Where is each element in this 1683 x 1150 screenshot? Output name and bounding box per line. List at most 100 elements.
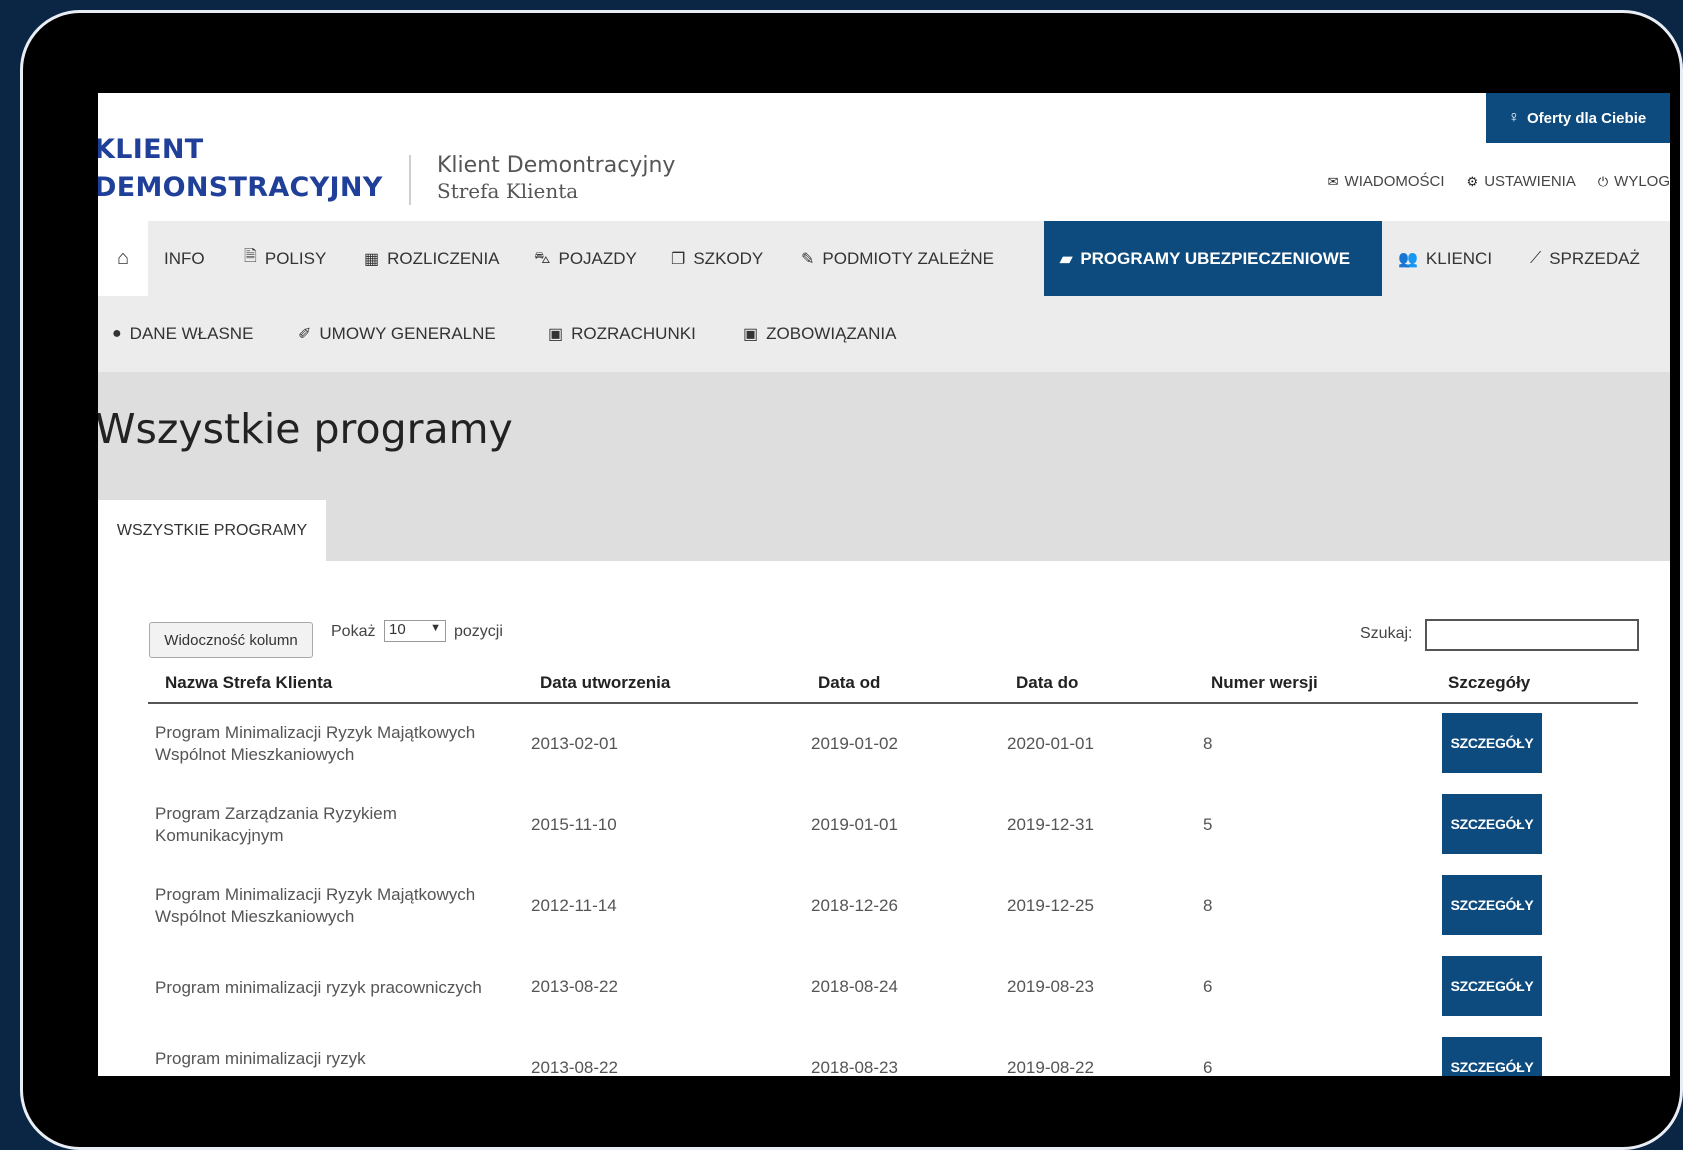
table-row: Program Zarządzania Ryzykiem Komunikacyj… [98, 794, 1670, 874]
row-name: Program Minimalizacji Ryzyk Majątkowych … [155, 723, 476, 764]
nav-rozliczenia-label: ROZLICZENIA [387, 248, 500, 268]
main-nav: ⌂ INFO 🗎 POLISY ▦ ROZLICZENIA ⛍ POJAZDY ❐ SZ… [98, 221, 1670, 296]
browser-screen: KLIENT DEMONSTRACYJNY Klient Demontracyj… [98, 93, 1670, 1076]
row-name: Program Minimalizacji Ryzyk Majątkowych … [155, 885, 476, 926]
nav-sprzedaz-label: SPRZEDAŻ [1549, 248, 1640, 268]
client-name: Klient Demontracyjny [437, 153, 676, 178]
nav-sprzedaz[interactable]: ⟋ SPRZEDAŻ [1530, 221, 1640, 296]
gear-icon: ⚙ [1466, 174, 1479, 189]
row-from: 2018-08-24 [811, 977, 898, 996]
header-version[interactable]: Numer wersji [1211, 673, 1318, 693]
row-name: Program minimalizacji ryzyk [155, 1049, 366, 1068]
brand-line-1: KLIENT [98, 134, 204, 165]
details-button[interactable]: SZCZEGÓŁY [1442, 956, 1542, 1016]
details-button[interactable]: SZCZEGÓŁY [1442, 713, 1542, 773]
page-size-value: 10 [389, 621, 406, 638]
row-version: 6 [1203, 977, 1213, 996]
secondary-nav: ● DANE WŁASNE ✐ UMOWY GENERALNE ▣ ROZRACHUN… [98, 296, 1670, 372]
row-version: 8 [1203, 896, 1213, 915]
nav-programy-label: PROGRAMY UBEZPIECZENIOWE [1080, 248, 1351, 268]
row-created: 2013-08-22 [531, 977, 618, 996]
nav-dane-label: DANE WŁASNE [129, 323, 254, 343]
nav-home[interactable]: ⌂ [98, 221, 148, 296]
logout-label: WYLOG [1614, 173, 1670, 190]
top-links: ✉ WIADOMOŚCI ⚙ USTAWIENIA ⏻ WYLOG [1328, 173, 1670, 190]
row-to: 2019-12-25 [1007, 896, 1094, 915]
envelope-icon: ✉ [1327, 174, 1339, 189]
nav-pojazdy-label: POJAZDY [558, 248, 637, 268]
tab-all-programs[interactable]: WSZYSTKIE PROGRAMY [98, 500, 326, 561]
nav-zobowiazania[interactable]: ▣ ZOBOWIĄZANIA [743, 296, 896, 371]
nav-info-label: INFO [164, 248, 205, 268]
settings-link[interactable]: ⚙ USTAWIENIA [1467, 173, 1576, 190]
messages-label: WIADOMOŚCI [1344, 173, 1445, 190]
details-button[interactable]: SZCZEGÓŁY [1442, 794, 1542, 854]
copy-icon: ❐ [671, 250, 686, 268]
pencil-icon: ✎ [801, 250, 815, 268]
nav-podmioty[interactable]: ✎ PODMIOTY ZALEŻNE [801, 221, 994, 296]
row-to: 2019-08-22 [1007, 1058, 1094, 1076]
header-to[interactable]: Data do [1016, 673, 1078, 693]
money-icon: ▣ [743, 325, 759, 343]
header-details[interactable]: Szczegóły [1448, 673, 1530, 693]
header-from[interactable]: Data od [818, 673, 880, 693]
brand-logo[interactable]: KLIENT DEMONSTRACYJNY [98, 131, 383, 207]
table-row: Program Minimalizacji Ryzyk Majątkowych … [98, 713, 1670, 793]
nav-polisy[interactable]: 🗎 POLISY [244, 221, 326, 296]
document-icon: 🗎 [244, 248, 257, 265]
users-icon: 👥 [1398, 250, 1418, 268]
search-label: Szukaj: [1360, 625, 1413, 642]
nav-klienci[interactable]: 👥 KLIENCI [1398, 221, 1492, 296]
nav-programy[interactable]: ▰ PROGRAMY UBEZPIECZENIOWE [1044, 221, 1382, 296]
nav-rozliczenia[interactable]: ▦ ROZLICZENIA [364, 221, 500, 296]
home-icon: ⌂ [116, 247, 130, 269]
row-version: 6 [1203, 1058, 1213, 1076]
show-label: Pokaż [331, 623, 376, 640]
row-name: Program minimalizacji ryzyk pracowniczyc… [155, 978, 482, 997]
edit-icon: ✐ [298, 325, 312, 343]
offers-button[interactable]: ♀ Oferty dla Ciebie [1486, 93, 1670, 143]
page-size-select[interactable]: 10 ▼ [384, 620, 446, 642]
nav-szkody-label: SZKODY [693, 248, 764, 268]
row-version: 5 [1203, 815, 1213, 834]
settings-label: USTAWIENIA [1484, 173, 1576, 190]
search-input[interactable] [1425, 619, 1639, 651]
brand-line-2: DEMONSTRACYJNY [98, 172, 383, 203]
nav-umowy[interactable]: ✐ UMOWY GENERALNE [298, 296, 496, 371]
logout-link[interactable]: ⏻ WYLOG [1598, 173, 1670, 190]
car-icon: ⛍ [534, 249, 551, 267]
header-name[interactable]: Nazwa Strefa Klienta [165, 673, 332, 693]
row-created: 2012-11-14 [531, 896, 617, 915]
header: KLIENT DEMONSTRACYJNY Klient Demontracyj… [98, 93, 1670, 221]
details-button[interactable]: SZCZEGÓŁY [1442, 1037, 1542, 1076]
nav-umowy-label: UMOWY GENERALNE [319, 323, 496, 343]
column-visibility-button[interactable]: Widoczność kolumn [149, 622, 313, 658]
nav-pojazdy[interactable]: ⛍ POJAZDY [534, 221, 637, 296]
table-row: Program Minimalizacji Ryzyk Majątkowych … [98, 875, 1670, 955]
device-frame: KLIENT DEMONSTRACYJNY Klient Demontracyj… [20, 10, 1683, 1150]
table-row: Program minimalizacji ryzyk 2013-08-22 2… [98, 1037, 1670, 1076]
nav-klienci-label: KLIENCI [1425, 248, 1493, 268]
row-to: 2019-12-31 [1007, 815, 1094, 834]
nav-podmioty-label: PODMIOTY ZALEŻNE [822, 248, 995, 268]
messages-link[interactable]: ✉ WIADOMOŚCI [1328, 173, 1445, 190]
row-version: 8 [1203, 734, 1213, 753]
nav-dane-wlasne[interactable]: ● DANE WŁASNE [112, 296, 253, 371]
row-created: 2013-02-01 [531, 734, 618, 753]
page-title: Wszystkie programy [98, 405, 513, 453]
nav-polisy-label: POLISY [264, 248, 327, 268]
brand-divider [409, 155, 411, 205]
row-created: 2013-08-22 [531, 1058, 618, 1076]
nav-szkody[interactable]: ❐ SZKODY [671, 221, 763, 296]
row-from: 2018-12-26 [811, 896, 898, 915]
book-icon: ▰ [1060, 250, 1073, 268]
nav-info[interactable]: INFO [164, 221, 205, 296]
row-from: 2019-01-02 [811, 734, 898, 753]
row-created: 2015-11-10 [531, 815, 617, 834]
header-created[interactable]: Data utworzenia [540, 673, 670, 693]
details-button[interactable]: SZCZEGÓŁY [1442, 875, 1542, 935]
row-to: 2020-01-01 [1007, 734, 1094, 753]
calendar-icon: ▦ [364, 250, 380, 268]
nav-rozrachunki[interactable]: ▣ ROZRACHUNKI [548, 296, 696, 371]
money-icon: ▣ [548, 325, 564, 343]
